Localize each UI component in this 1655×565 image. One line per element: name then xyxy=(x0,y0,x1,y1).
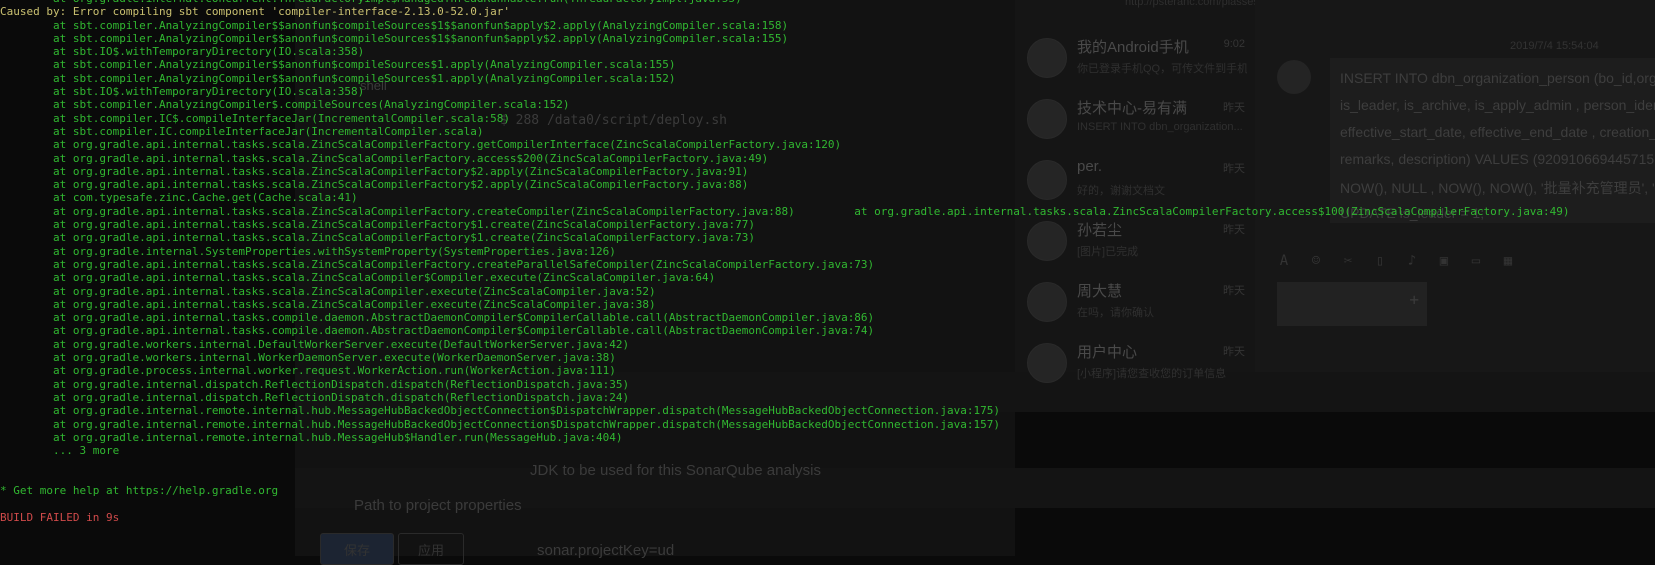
stack-trace-line: at sbt.compiler.AnalyzingCompiler$$anonf… xyxy=(0,58,676,72)
stack-trace-line: at org.gradle.api.internal.tasks.scala.Z… xyxy=(0,218,755,232)
stack-trace-line: at org.gradle.workers.internal.DefaultWo… xyxy=(0,337,630,351)
stack-trace-line: at org.gradle.api.internal.tasks.scala.Z… xyxy=(0,164,749,178)
error-cause-line: Caused by: Error compiling sbt component… xyxy=(0,5,510,19)
save-button[interactable]: 保存 xyxy=(320,533,394,565)
stack-trace-line: at org.gradle.api.internal.tasks.scala.Z… xyxy=(0,151,769,165)
stack-trace-line: at org.gradle.api.internal.tasks.scala.Z… xyxy=(0,204,1570,218)
stack-trace-line: at sbt.IO$.withTemporaryDirectory(IO.sca… xyxy=(0,85,365,99)
stack-trace-line: at org.gradle.api.internal.tasks.compile… xyxy=(0,324,875,338)
stack-trace-line: at org.gradle.internal.SystemProperties.… xyxy=(0,244,616,258)
stack-trace-line: at org.gradle.internal.dispatch.Reflecti… xyxy=(0,377,630,391)
sonar-properties-field[interactable]: sonar.projectKey=ud xyxy=(537,542,674,559)
stack-trace-line: at sbt.compiler.AnalyzingCompiler$$anonf… xyxy=(0,31,789,45)
apply-button[interactable]: 应用 xyxy=(398,533,464,565)
stack-trace-line: at sbt.compiler.AnalyzingCompiler$.compi… xyxy=(0,98,570,112)
stack-trace-line: at org.gradle.api.internal.tasks.scala.Z… xyxy=(0,271,716,285)
stack-trace-line: at org.gradle.internal.dispatch.Reflecti… xyxy=(0,390,630,404)
stack-trace-line: at sbt.IO$.withTemporaryDirectory(IO.sca… xyxy=(0,45,365,59)
stack-trace-line: at com.typesafe.zinc.Cache.get(Cache.sca… xyxy=(0,191,358,205)
stack-trace-line: ... 3 more xyxy=(0,444,120,458)
stack-trace-line: at org.gradle.api.internal.tasks.scala.Z… xyxy=(0,231,755,245)
stack-trace-line: at org.gradle.internal.remote.internal.h… xyxy=(0,417,1001,431)
stack-trace-line: at org.gradle.internal.remote.internal.h… xyxy=(0,430,623,444)
stack-trace-line: at org.gradle.workers.internal.WorkerDae… xyxy=(0,351,616,365)
build-status-line: BUILD FAILED in 9s xyxy=(0,510,120,524)
stack-trace-line: at sbt.compiler.IC.compileInterfaceJar(I… xyxy=(0,124,484,138)
stack-trace-line: at org.gradle.api.internal.tasks.scala.Z… xyxy=(0,284,656,298)
stack-trace-line: at org.gradle.internal.remote.internal.h… xyxy=(0,404,1001,418)
stack-trace-line: at org.gradle.api.internal.tasks.scala.Z… xyxy=(0,178,749,192)
stack-trace-line: at org.gradle.process.internal.worker.re… xyxy=(0,364,616,378)
stack-trace-line: at sbt.compiler.AnalyzingCompiler$$anonf… xyxy=(0,18,789,32)
terminal-output[interactable]: at org.gradle.internal.concurrent.Thread… xyxy=(0,0,1655,524)
stack-trace-line: at org.gradle.api.internal.tasks.scala.Z… xyxy=(0,138,842,152)
stack-trace-line: * Get more help at https://help.gradle.o… xyxy=(0,483,279,497)
stack-trace-line: at org.gradle.api.internal.tasks.compile… xyxy=(0,311,875,325)
stack-trace-line: at sbt.compiler.IC$.compileInterfaceJar(… xyxy=(0,111,510,125)
stack-trace-line: at org.gradle.api.internal.tasks.scala.Z… xyxy=(0,297,656,311)
stack-trace-line: at org.gradle.api.internal.tasks.scala.Z… xyxy=(0,257,875,271)
stack-trace-line: at sbt.compiler.AnalyzingCompiler$$anonf… xyxy=(0,71,676,85)
